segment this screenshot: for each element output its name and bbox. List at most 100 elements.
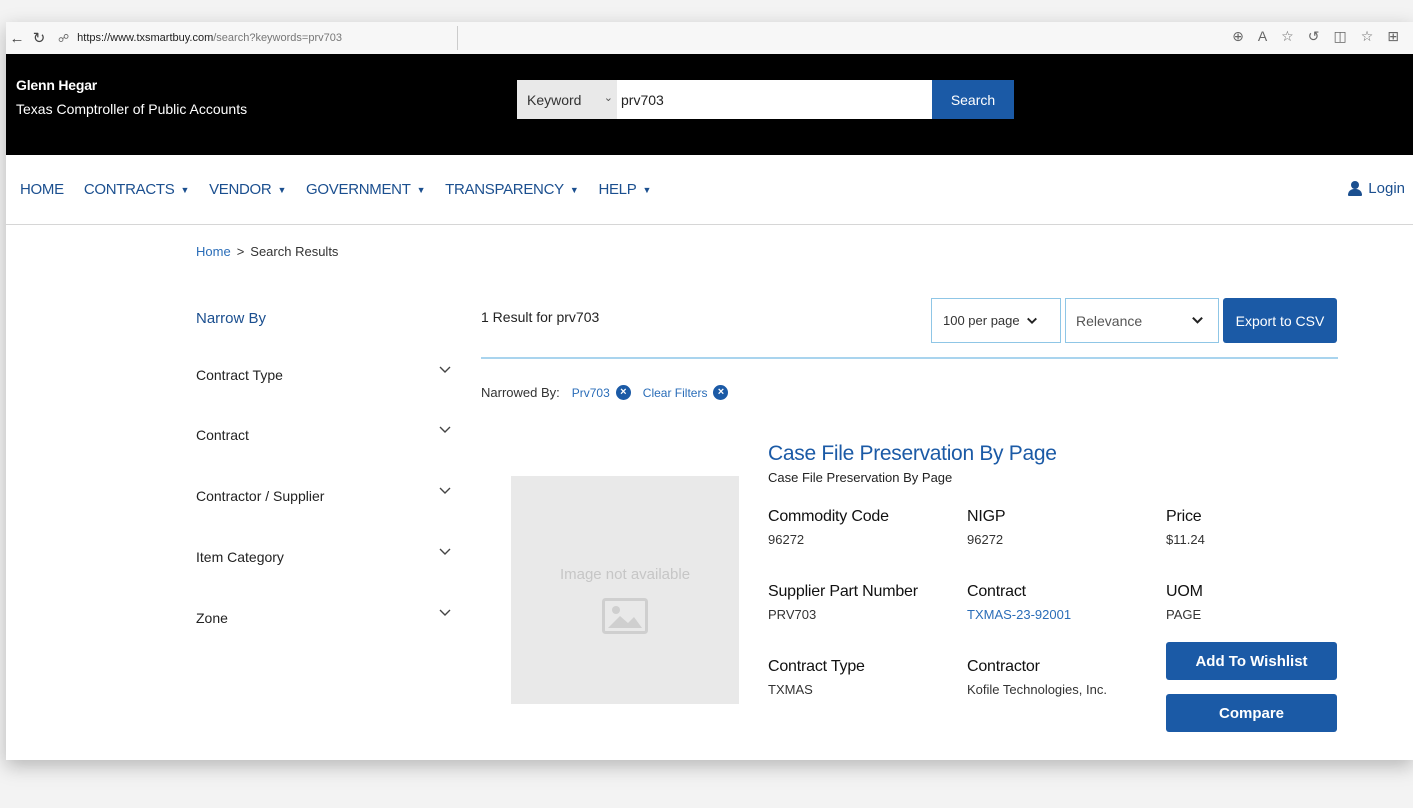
per-page-select[interactable]: 100 per page — [931, 298, 1061, 343]
read-aloud-icon[interactable]: A — [1258, 28, 1267, 45]
chevron-down-icon — [439, 426, 451, 433]
lock-icon: ☍ — [58, 32, 70, 45]
add-to-wishlist-button[interactable]: Add To Wishlist — [1166, 642, 1337, 680]
url-path: /search?keywords=prv703 — [213, 32, 342, 44]
split-screen-icon[interactable]: ◫ — [1333, 28, 1346, 45]
uom-label: UOM — [1166, 583, 1203, 600]
nav-transparency[interactable]: TRANSPARENCY ▼ — [445, 181, 579, 198]
remove-filter-icon[interactable]: × — [615, 385, 631, 400]
caret-down-icon: ▼ — [642, 184, 652, 195]
filter-contract-type[interactable]: Contract Type — [196, 363, 452, 387]
contract-label: Contract — [967, 583, 1026, 600]
image-icon — [602, 598, 648, 634]
caret-down-icon: ▼ — [416, 184, 426, 195]
login-link[interactable]: Login — [1348, 180, 1405, 197]
back-icon[interactable]: ← — [6, 30, 28, 47]
search-button[interactable]: Search — [932, 80, 1014, 119]
favorite-star-icon[interactable]: ☆ — [1281, 28, 1294, 45]
breadcrumb-current: Search Results — [250, 244, 339, 259]
narrow-by-title: Narrow By — [196, 310, 267, 327]
sort-value: Relevance — [1076, 312, 1143, 329]
sort-select[interactable]: Relevance — [1065, 298, 1219, 343]
filter-zone[interactable]: Zone — [196, 606, 452, 630]
url-host: https://www.txsmartbuy.com — [77, 32, 214, 44]
breadcrumb-separator: > — [236, 244, 245, 259]
filter-item-category[interactable]: Item Category — [196, 545, 452, 569]
contractor-label: Contractor — [967, 658, 1040, 675]
search-type-value: Keyword — [527, 91, 582, 108]
filter-label: Item Category — [196, 549, 284, 565]
collections-icon[interactable]: ⊞ — [1387, 28, 1399, 45]
filter-contract[interactable]: Contract — [196, 423, 452, 447]
favorites-list-icon[interactable]: ☆ — [1361, 28, 1374, 45]
contract-link[interactable]: TXMAS-23-92001 — [967, 607, 1071, 622]
clear-filters-label: Clear Filters — [642, 385, 708, 400]
browser-toolbar: ← ↻ ☍ https://www.txsmartbuy.com/search?… — [6, 22, 1413, 54]
nav-label: HELP — [598, 181, 637, 198]
chevron-down-icon: ⌄ — [603, 92, 613, 104]
nav-label: CONTRACTS — [83, 181, 175, 198]
nav-vendor[interactable]: VENDOR ▼ — [209, 181, 286, 198]
nav-label: VENDOR — [209, 181, 272, 198]
browser-actions: ⊕ A ☆ ↺ ◫ ☆ ⊞ — [1232, 28, 1399, 45]
clear-filters-icon[interactable]: × — [713, 385, 729, 400]
results-divider — [481, 357, 1338, 359]
nav-label: TRANSPARENCY — [445, 181, 564, 198]
breadcrumb: Home > Search Results — [196, 244, 338, 259]
result-count: 1 Result for prv703 — [481, 309, 600, 325]
commodity-code-label: Commodity Code — [768, 508, 889, 525]
login-label: Login — [1368, 180, 1405, 197]
supplier-part-label: Supplier Part Number — [768, 583, 918, 600]
chevron-down-icon — [439, 366, 451, 373]
caret-down-icon: ▼ — [569, 184, 579, 195]
search-input[interactable]: prv703 — [617, 80, 932, 119]
nav-home[interactable]: HOME — [20, 181, 64, 198]
clear-filters-link[interactable]: Clear Filters × — [643, 385, 729, 400]
product-image-placeholder[interactable]: Image not available — [511, 476, 739, 704]
zoom-icon[interactable]: ⊕ — [1232, 28, 1244, 45]
chip-label: Prv703 — [571, 385, 610, 400]
user-icon — [1348, 181, 1363, 196]
nav-government[interactable]: GOVERNMENT ▼ — [306, 181, 425, 198]
filter-contractor-supplier[interactable]: Contractor / Supplier — [196, 484, 452, 508]
chevron-down-icon — [439, 609, 451, 616]
product-title-link[interactable]: Case File Preservation By Page — [768, 442, 1057, 466]
nav-contracts[interactable]: CONTRACTS ▼ — [83, 181, 190, 198]
filter-chip-prv703[interactable]: Prv703 × — [572, 385, 631, 400]
search-bar: Keyword ⌄ prv703 Search — [517, 80, 1014, 119]
nav-label: GOVERNMENT — [306, 181, 411, 198]
narrowed-by-bar: Narrowed By: Prv703 × Clear Filters × — [481, 385, 729, 400]
comptroller-name: Glenn Hegar — [16, 77, 98, 93]
filter-label: Contract — [196, 427, 249, 443]
breadcrumb-home[interactable]: Home — [196, 244, 231, 259]
price-value: $11.24 — [1166, 532, 1205, 547]
main-nav: HOME CONTRACTS ▼ VENDOR ▼ GOVERNMENT ▼ TRAN… — [6, 155, 1413, 225]
chevron-down-icon — [1026, 317, 1037, 324]
extensions-icon[interactable]: ↺ — [1308, 28, 1320, 45]
refresh-icon[interactable]: ↻ — [28, 29, 50, 47]
contract-type-value: TXMAS — [768, 682, 813, 697]
nigp-label: NIGP — [967, 508, 1006, 525]
nigp-value: 96272 — [967, 532, 1004, 547]
nav-help[interactable]: HELP ▼ — [598, 181, 651, 198]
contractor-value: Kofile Technologies, Inc. — [967, 682, 1107, 697]
supplier-part-value: PRV703 — [768, 607, 817, 622]
contract-type-label: Contract Type — [768, 658, 865, 675]
chevron-down-icon — [1192, 316, 1203, 324]
address-bar[interactable]: ☍ https://www.txsmartbuy.com/search?keyw… — [58, 26, 458, 50]
caret-down-icon: ▼ — [180, 184, 190, 195]
search-type-select[interactable]: Keyword ⌄ — [517, 80, 617, 119]
product-subtitle: Case File Preservation By Page — [768, 470, 953, 485]
caret-down-icon: ▼ — [277, 184, 287, 195]
narrowed-by-label: Narrowed By: — [481, 385, 560, 400]
browser-window: ← ↻ ☍ https://www.txsmartbuy.com/search?… — [6, 22, 1413, 760]
chevron-down-icon — [439, 487, 451, 494]
image-not-available-text: Image not available — [559, 566, 691, 583]
filter-label: Contractor / Supplier — [196, 488, 325, 504]
chevron-down-icon — [439, 548, 451, 555]
price-label: Price — [1166, 508, 1202, 525]
nav-label: HOME — [20, 181, 64, 198]
export-csv-button[interactable]: Export to CSV — [1223, 298, 1337, 343]
compare-button[interactable]: Compare — [1166, 694, 1337, 732]
filter-label: Zone — [196, 610, 228, 626]
